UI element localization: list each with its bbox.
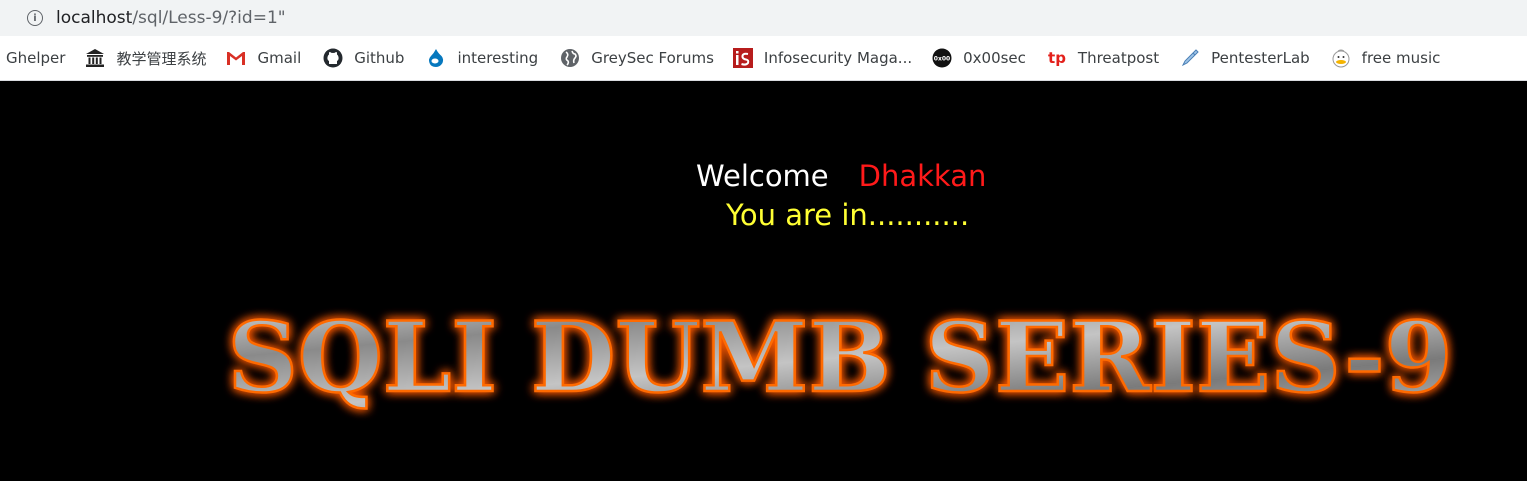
bookmark-label: GreySec Forums xyxy=(591,49,714,67)
bookmark-jiaoxue[interactable]: 教学管理系统 xyxy=(85,36,206,80)
infosecurity-icon xyxy=(732,48,753,68)
github-icon xyxy=(323,48,343,68)
bookmark-label: free music xyxy=(1361,49,1441,67)
login-status-text: You are in........... xyxy=(726,198,970,232)
bookmark-infosecurity[interactable]: Infosecurity Maga... xyxy=(732,36,913,80)
svg-text:0x00: 0x00 xyxy=(934,56,950,63)
bookmark-gmail[interactable]: Gmail xyxy=(226,36,301,80)
svg-text:tp: tp xyxy=(1048,49,1066,67)
page-content: Welcome Dhakkan You are in........... SQ… xyxy=(0,81,1527,481)
drupal-icon xyxy=(426,48,446,68)
bookmark-pentesterlab[interactable]: PentesterLab xyxy=(1180,36,1310,80)
url-text[interactable]: localhost/sql/Less-9/?id=1" xyxy=(56,8,286,28)
site-info-icon[interactable]: i xyxy=(27,10,43,26)
0x00sec-icon: 0x00 xyxy=(932,48,952,68)
bookmark-label: Github xyxy=(354,49,405,67)
bookmark-ghelper[interactable]: Ghelper xyxy=(6,36,65,80)
pentesterlab-icon xyxy=(1180,48,1200,68)
bookmark-0x00sec[interactable]: 0x00 0x00sec xyxy=(932,36,1026,80)
url-path: /sql/Less-9/?id=1" xyxy=(132,8,286,28)
bookmark-label: Ghelper xyxy=(6,49,66,67)
gmail-icon xyxy=(226,48,246,68)
music-duck-icon xyxy=(1331,48,1351,68)
series-title-banner: SQLI DUMB SERIES-9 xyxy=(226,306,1454,415)
welcome-text: Welcome xyxy=(696,159,829,193)
url-host: localhost xyxy=(56,8,133,28)
bookmark-label: Gmail xyxy=(257,49,302,67)
threatpost-icon: tp xyxy=(1047,48,1067,68)
bookmark-label: 0x00sec xyxy=(963,49,1026,67)
bookmark-greysec[interactable]: GreySec Forums xyxy=(560,36,714,80)
bookmark-label: interesting xyxy=(457,49,539,67)
institution-icon xyxy=(85,48,105,68)
bookmark-free-music[interactable]: free music xyxy=(1331,36,1441,80)
welcome-line: Welcome Dhakkan xyxy=(696,159,986,193)
bookmark-label: PentesterLab xyxy=(1211,49,1310,67)
bookmark-label: Threatpost xyxy=(1077,49,1160,67)
bookmark-github[interactable]: Github xyxy=(323,36,404,80)
address-bar[interactable]: i localhost/sql/Less-9/?id=1" xyxy=(0,0,1527,36)
user-name-text: Dhakkan xyxy=(858,159,987,193)
globe-icon xyxy=(560,48,580,68)
bookmark-interesting[interactable]: interesting xyxy=(426,36,538,80)
bookmark-label: 教学管理系统 xyxy=(116,49,207,68)
bookmark-threatpost[interactable]: tp Threatpost xyxy=(1047,36,1159,80)
bookmarks-bar: Ghelper 教学管理系统 Gmail Github interesting … xyxy=(0,36,1527,81)
bookmark-label: Infosecurity Maga... xyxy=(763,49,913,67)
banner-text: SQLI DUMB SERIES-9 xyxy=(228,306,1453,414)
